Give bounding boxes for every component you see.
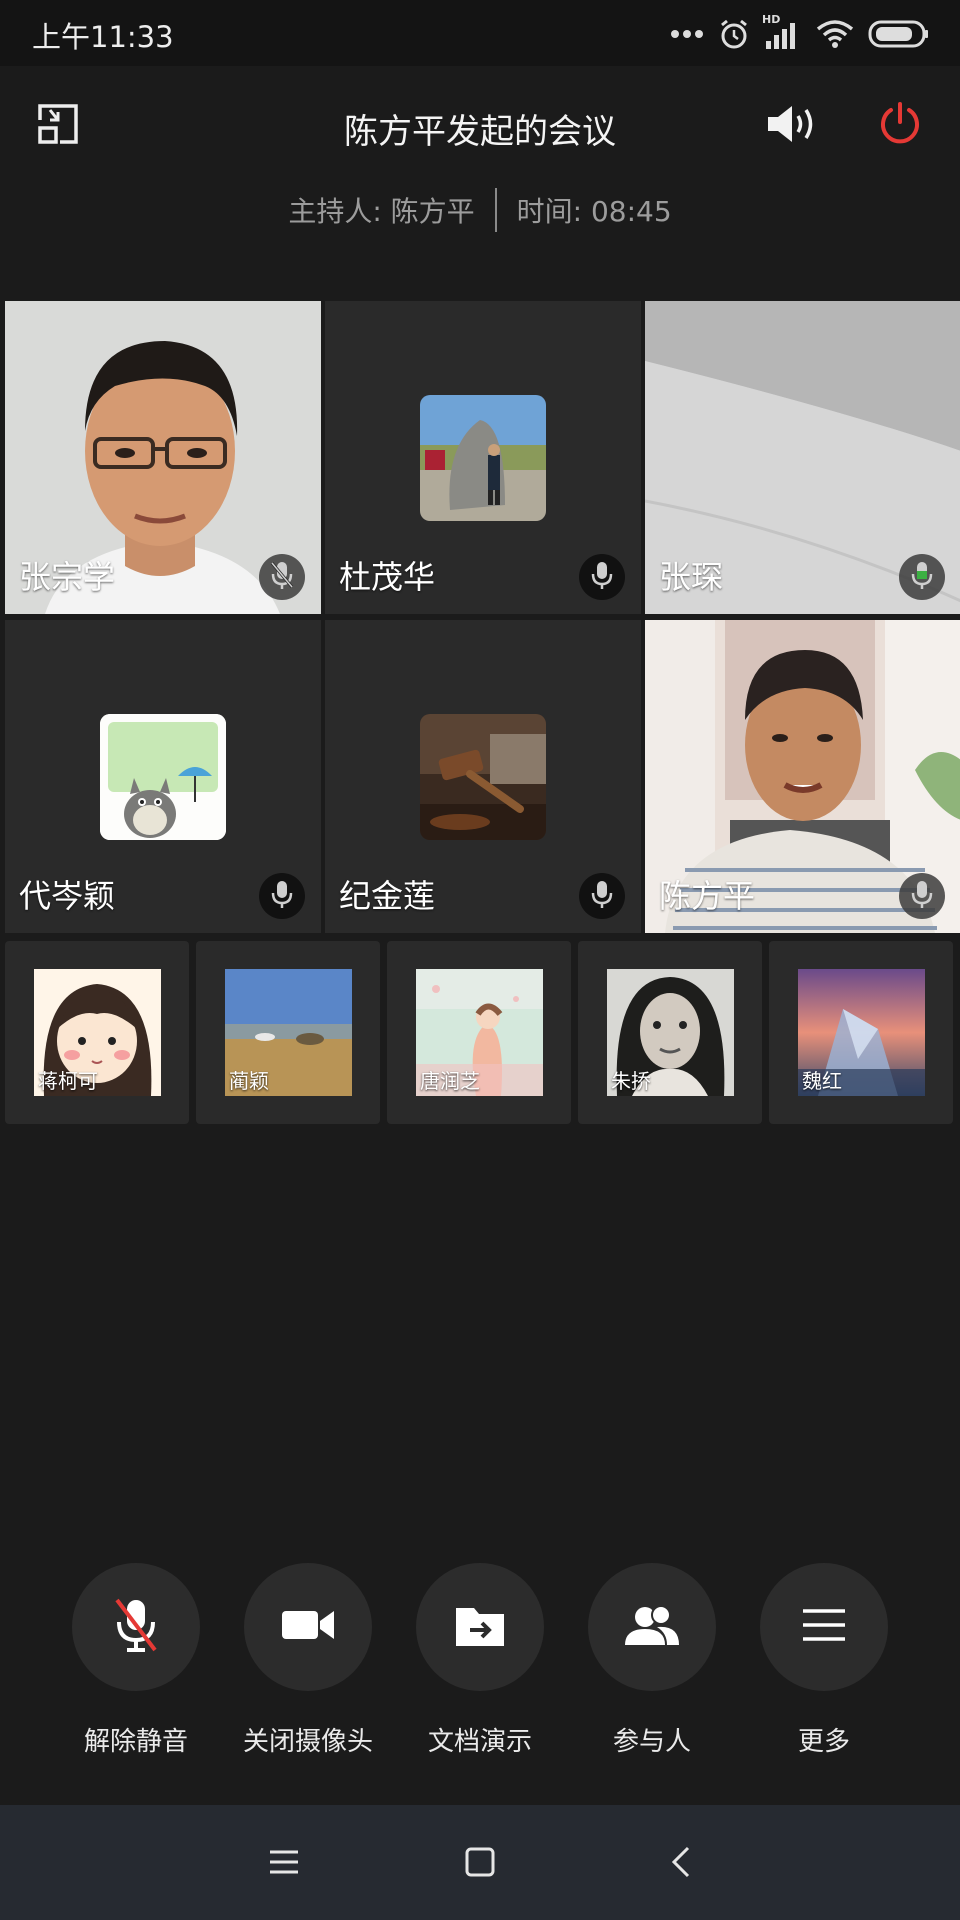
- hd-label: HD: [762, 13, 781, 26]
- participant-thumbnail[interactable]: 蔺颖: [196, 941, 380, 1124]
- power-icon: [876, 102, 924, 152]
- more-button[interactable]: 更多: [760, 1563, 888, 1758]
- meeting-header: 陈方平发起的会议 主持人: 陈方平 时间: 08:45: [0, 66, 960, 266]
- mic-status: [259, 873, 305, 919]
- video-tile[interactable]: 陈方平: [645, 620, 960, 933]
- unmute-button[interactable]: 解除静音: [72, 1563, 200, 1758]
- participant-thumbnail[interactable]: 朱挢: [578, 941, 762, 1124]
- alarm-icon: [718, 18, 750, 50]
- nav-home-button[interactable]: [458, 1840, 502, 1884]
- share-doc-icon: [454, 1602, 506, 1652]
- more-label: 更多: [797, 1727, 850, 1757]
- participant-name: 代岑颖: [19, 877, 116, 915]
- unmute-button-circle[interactable]: [72, 1563, 200, 1691]
- system-nav-bar: [0, 1805, 960, 1920]
- wifi-icon: [816, 19, 854, 49]
- mic-icon: [591, 560, 613, 594]
- participant-name: 唐润芝: [420, 1069, 480, 1093]
- mic-icon: [591, 879, 613, 913]
- nav-menu-icon: [262, 1850, 306, 1888]
- mic-status: [579, 873, 625, 919]
- speaker-button[interactable]: [766, 102, 822, 146]
- mic-status: [899, 554, 945, 600]
- mic-icon: [271, 879, 293, 913]
- participants-button[interactable]: 参与人: [588, 1563, 716, 1758]
- nav-back-icon: [660, 1846, 704, 1888]
- speaker-icon: [766, 106, 822, 150]
- participant-name: 朱挢: [611, 1069, 651, 1093]
- nav-home-icon: [458, 1847, 502, 1888]
- participant-name: 陈方平: [659, 877, 756, 915]
- participant-name: 魏红: [802, 1069, 842, 1093]
- participant-name: 张琛: [659, 558, 724, 596]
- mic-status: [899, 873, 945, 919]
- nav-menu-button[interactable]: [262, 1840, 306, 1884]
- participant-name: 蔺颖: [229, 1069, 269, 1093]
- participant-name: 蒋柯可: [38, 1069, 98, 1093]
- participant-thumbnail[interactable]: 魏红: [769, 941, 953, 1124]
- nav-back-button[interactable]: [660, 1840, 704, 1884]
- mic-muted-icon: [114, 1596, 158, 1658]
- participant-avatar: [100, 714, 226, 840]
- menu-icon: [801, 1607, 847, 1647]
- info-divider: [494, 188, 497, 232]
- video-tile[interactable]: 代岑颖: [5, 620, 321, 933]
- video-tile[interactable]: 纪金莲: [325, 620, 641, 933]
- participant-name: 杜茂华: [339, 558, 436, 596]
- mic-status: [259, 554, 305, 600]
- video-tile[interactable]: 张宗学: [5, 301, 321, 614]
- status-bar: 上午11:33 HD: [0, 0, 960, 66]
- video-tile[interactable]: 张琛: [645, 301, 960, 614]
- status-time: 上午11:33: [32, 20, 174, 54]
- participants-icon: [623, 1603, 681, 1651]
- mic-speaking-icon: [911, 560, 933, 594]
- status-icons: HD: [670, 13, 930, 54]
- end-meeting-button[interactable]: [876, 100, 924, 148]
- camera-off-button-circle[interactable]: [244, 1563, 372, 1691]
- hd-signal-icon: HD: [762, 13, 802, 49]
- battery-icon: [868, 20, 930, 48]
- participant-thumbnail[interactable]: 唐润芝: [387, 941, 571, 1124]
- mic-status: [579, 554, 625, 600]
- participant-name: 张宗学: [19, 558, 116, 596]
- camera-off-button[interactable]: 关闭摄像头: [243, 1563, 373, 1758]
- mic-muted-icon: [269, 560, 295, 594]
- camera-icon: [280, 1607, 336, 1647]
- more-button-circle[interactable]: [760, 1563, 888, 1691]
- share-doc-button[interactable]: 文档演示: [416, 1563, 544, 1758]
- host-label: 主持人: 陈方平: [288, 195, 475, 228]
- share-doc-button-circle[interactable]: [416, 1563, 544, 1691]
- participant-name: 纪金莲: [339, 877, 436, 915]
- video-tile[interactable]: 杜茂华: [325, 301, 641, 614]
- participant-avatar: [420, 395, 546, 521]
- participant-avatar: [420, 714, 546, 840]
- more-dots-icon: [670, 29, 704, 39]
- participant-thumbnail[interactable]: 蒋柯可: [5, 941, 189, 1124]
- mic-icon: [911, 879, 933, 913]
- meeting-info: 主持人: 陈方平 时间: 08:45: [0, 188, 960, 232]
- participants-button-circle[interactable]: [588, 1563, 716, 1691]
- time-label: 时间: 08:45: [516, 195, 672, 228]
